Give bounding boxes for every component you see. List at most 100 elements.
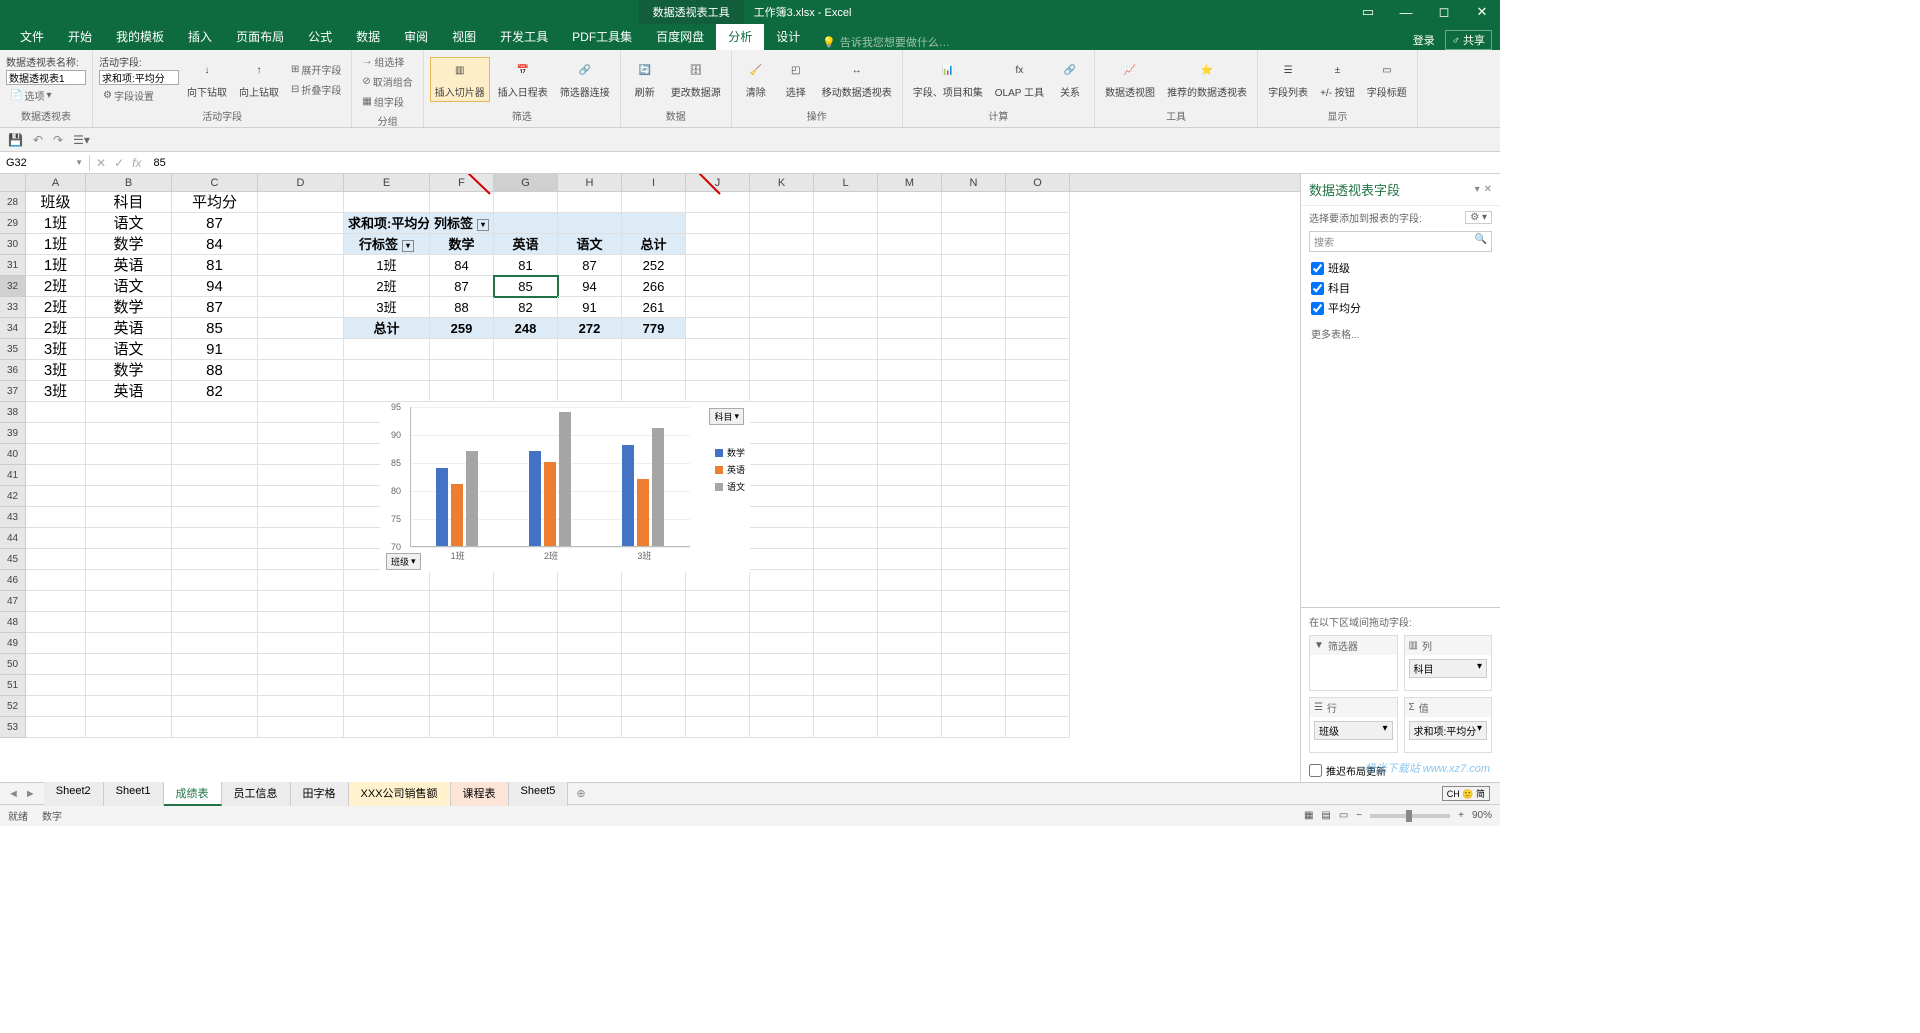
cell-M31[interactable] [878,255,942,276]
cell-I35[interactable] [622,339,686,360]
cell-M44[interactable] [878,528,942,549]
field-item-平均分[interactable]: 平均分 [1311,298,1490,318]
cell-G35[interactable] [494,339,558,360]
field-item-班级[interactable]: 班级 [1311,258,1490,278]
menu-tab-9[interactable]: 开发工具 [488,23,560,50]
cell-J35[interactable] [686,339,750,360]
cell-H49[interactable] [558,633,622,654]
menu-tab-2[interactable]: 我的模板 [104,23,176,50]
select-button[interactable]: ◰选择 [778,58,814,101]
ribbon-options-icon[interactable]: ▭ [1350,0,1386,24]
field-settings-button[interactable]: ⚙ 字段设置 [99,86,179,105]
login-link[interactable]: 登录 [1413,32,1435,48]
view-pagelayout-icon[interactable]: ▤ [1321,810,1330,821]
cell-B50[interactable] [86,654,172,675]
cell-N30[interactable] [942,234,1006,255]
cell-B32[interactable]: 语文 [86,276,172,297]
row-header-37[interactable]: 37 [0,381,26,402]
cell-A40[interactable] [26,444,86,465]
cell-A32[interactable]: 2班 [26,276,86,297]
cell-K50[interactable] [750,654,814,675]
cell-O52[interactable] [1006,696,1070,717]
cell-B49[interactable] [86,633,172,654]
column-chip[interactable]: 科目▾ [1409,659,1488,678]
cell-K46[interactable] [750,570,814,591]
col-header-F[interactable]: F [430,174,494,191]
col-header-G[interactable]: G [494,174,558,191]
cell-F50[interactable] [430,654,494,675]
cell-F31[interactable]: 84 [430,255,494,276]
sheet-next-icon[interactable]: ► [25,788,36,800]
filter-connections-button[interactable]: 🔗筛选器连接 [556,58,614,101]
cell-D38[interactable] [258,402,344,423]
value-chip[interactable]: 求和项:平均分▾ [1409,721,1488,740]
field-search-input[interactable]: 搜索 🔍 [1309,231,1492,252]
cell-L38[interactable] [814,402,878,423]
cell-B30[interactable]: 数学 [86,234,172,255]
row-header-28[interactable]: 28 [0,192,26,213]
cell-J32[interactable] [686,276,750,297]
cell-B46[interactable] [86,570,172,591]
sheet-tab-7[interactable]: Sheet5 [509,782,569,806]
cell-I34[interactable]: 779 [622,318,686,339]
legend-item[interactable]: 语文 [715,480,745,493]
cell-D28[interactable] [258,192,344,213]
cell-K47[interactable] [750,591,814,612]
cell-B48[interactable] [86,612,172,633]
cell-I50[interactable] [622,654,686,675]
cell-M29[interactable] [878,213,942,234]
cell-M43[interactable] [878,507,942,528]
cell-A39[interactable] [26,423,86,444]
cell-D33[interactable] [258,297,344,318]
field-pane-close-icon[interactable]: ✕ [1484,184,1492,195]
maximize-button[interactable]: ◻ [1426,0,1462,24]
cell-J31[interactable] [686,255,750,276]
cell-J36[interactable] [686,360,750,381]
cell-B39[interactable] [86,423,172,444]
cell-A29[interactable]: 1班 [26,213,86,234]
cell-G31[interactable]: 81 [494,255,558,276]
cell-G28[interactable] [494,192,558,213]
cell-M45[interactable] [878,549,942,570]
qat-more-icon[interactable]: ☰▾ [73,133,90,147]
cell-E31[interactable]: 1班 [344,255,430,276]
cell-F51[interactable] [430,675,494,696]
cell-I30[interactable]: 总计 [622,234,686,255]
cell-M42[interactable] [878,486,942,507]
cell-G37[interactable] [494,381,558,402]
cell-A44[interactable] [26,528,86,549]
cell-D42[interactable] [258,486,344,507]
cell-L35[interactable] [814,339,878,360]
cell-I49[interactable] [622,633,686,654]
menu-tab-11[interactable]: 百度网盘 [644,23,716,50]
cell-A46[interactable] [26,570,86,591]
cell-N44[interactable] [942,528,1006,549]
cell-G30[interactable]: 英语 [494,234,558,255]
cell-D47[interactable] [258,591,344,612]
pivot-options-button[interactable]: 📄 选项 ▾ [6,86,86,105]
group-field-button[interactable]: ▦ 组字段 [358,92,416,111]
cell-C42[interactable] [172,486,258,507]
cell-K33[interactable] [750,297,814,318]
cell-C30[interactable]: 84 [172,234,258,255]
cell-D35[interactable] [258,339,344,360]
cell-F33[interactable]: 88 [430,297,494,318]
cell-J28[interactable] [686,192,750,213]
cell-N39[interactable] [942,423,1006,444]
redo-icon[interactable]: ↷ [53,133,63,147]
sheet-tab-3[interactable]: 员工信息 [222,782,291,806]
cell-L28[interactable] [814,192,878,213]
cell-N38[interactable] [942,402,1006,423]
cell-E52[interactable] [344,696,430,717]
cell-O45[interactable] [1006,549,1070,570]
cell-J29[interactable] [686,213,750,234]
row-header-34[interactable]: 34 [0,318,26,339]
legend-item[interactable]: 数学 [715,446,745,459]
cell-I31[interactable]: 252 [622,255,686,276]
field-list-button[interactable]: ☰字段列表 [1264,58,1312,101]
field-headers-button[interactable]: ▭字段标题 [1363,58,1411,101]
cell-O40[interactable] [1006,444,1070,465]
cell-B34[interactable]: 英语 [86,318,172,339]
cell-C38[interactable] [172,402,258,423]
cell-H46[interactable] [558,570,622,591]
